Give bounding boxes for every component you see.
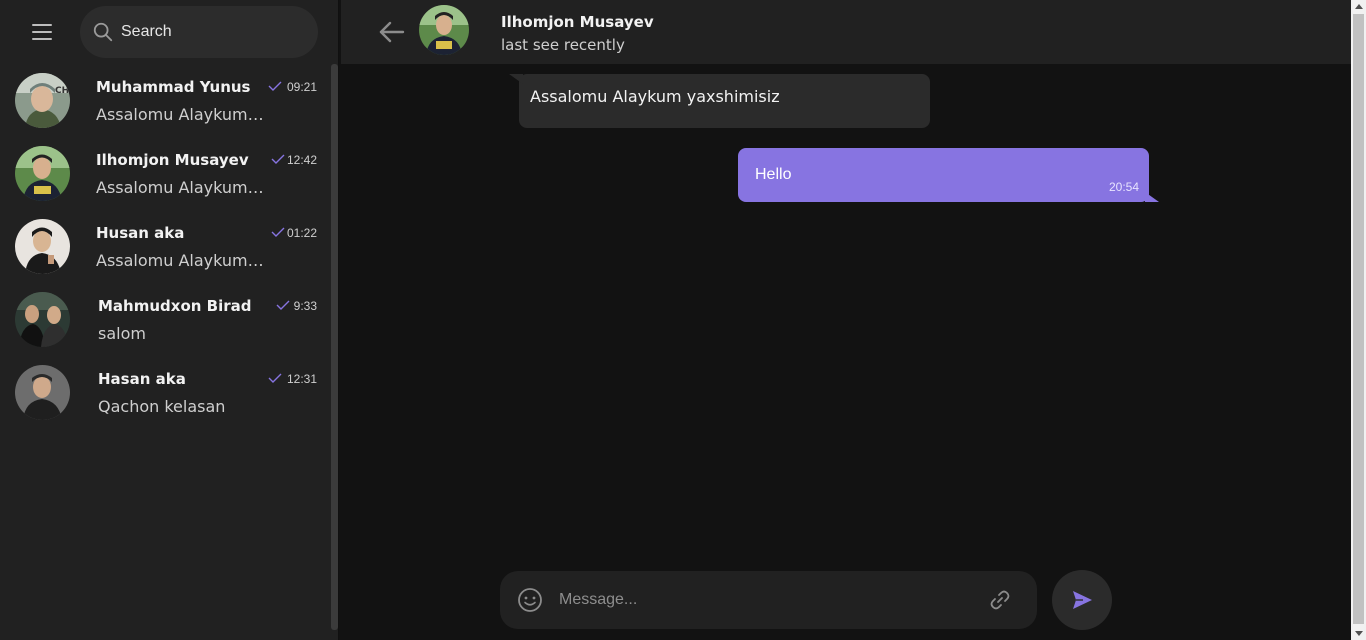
message-composer <box>500 571 1037 629</box>
contact-name: Ilhomjon Musayev <box>501 13 654 31</box>
message-input[interactable] <box>559 585 959 615</box>
person-avatar-icon <box>15 292 70 347</box>
chat-list-item[interactable]: Mahmudxon Birad 9:33 salom <box>0 283 331 356</box>
scroll-up-arrow-icon[interactable] <box>1355 4 1363 9</box>
outgoing-message: Hello 20:54 <box>738 148 1149 202</box>
sidebar-scrollbar[interactable] <box>331 64 338 630</box>
incoming-message-tail <box>509 74 523 84</box>
person-avatar-icon: CH <box>15 73 70 128</box>
search-icon <box>93 22 113 42</box>
scroll-down-arrow-icon[interactable] <box>1355 631 1363 636</box>
chat-list-item[interactable]: Hasan aka 12:31 Qachon kelasan <box>0 356 331 429</box>
chat-list-item[interactable]: Ilhomjon Musayev 12:42 Assalomu Alaykum … <box>0 137 331 210</box>
chat-time: 9:33 <box>293 299 317 313</box>
chat-time: 09:21 <box>286 80 317 94</box>
chat-preview: Assalomu Alaykum yaxshimisiz <box>96 178 268 197</box>
chat-list-item[interactable]: CH Muhammad Yunus 09:21 Assalomu Alaykum… <box>0 64 331 137</box>
chat-preview: Assalomu Alaykum yaxshimisiz <box>96 105 268 124</box>
svg-text:CH: CH <box>55 86 69 96</box>
sidebar-top-bar <box>0 0 339 64</box>
checkmark-icon <box>271 227 285 237</box>
checkmark-icon <box>268 373 282 383</box>
person-avatar-icon <box>15 219 70 274</box>
scrollbar-thumb[interactable] <box>1353 14 1364 624</box>
contact-status: last see recently <box>501 36 625 54</box>
search-input[interactable] <box>121 23 301 41</box>
sidebar: CH Muhammad Yunus 09:21 Assalomu Alaykum… <box>0 0 339 640</box>
incoming-message: Assalomu Alaykum yaxshimisiz <box>519 74 930 128</box>
chat-name: Husan aka <box>96 224 185 242</box>
person-avatar-icon <box>15 365 70 420</box>
emoji-icon[interactable] <box>517 587 543 613</box>
send-button[interactable] <box>1052 570 1112 630</box>
person-avatar-icon <box>15 146 70 201</box>
window-scrollbar[interactable] <box>1351 0 1366 640</box>
outgoing-message-tail <box>1145 192 1159 202</box>
chat-list: CH Muhammad Yunus 09:21 Assalomu Alaykum… <box>0 64 331 640</box>
message-text: Hello <box>755 166 792 183</box>
chat-preview: salom <box>98 324 146 343</box>
chat-name: Hasan aka <box>98 370 186 388</box>
checkmark-icon <box>268 81 282 91</box>
chat-name: Ilhomjon Musayev <box>96 151 249 169</box>
checkmark-icon <box>271 154 285 164</box>
checkmark-icon <box>276 300 290 310</box>
chat-preview: Qachon kelasan <box>98 397 226 416</box>
message-time: 20:54 <box>1108 180 1139 194</box>
message-text: Assalomu Alaykum yaxshimisiz <box>530 87 780 106</box>
avatar[interactable] <box>419 5 469 55</box>
chat-name: Mahmudxon Birad <box>98 297 252 315</box>
send-icon <box>1073 591 1092 609</box>
attach-link-icon[interactable] <box>988 588 1012 612</box>
chat-time: 01:22 <box>286 226 317 240</box>
chat-time: 12:31 <box>286 372 317 386</box>
back-arrow-icon[interactable] <box>377 16 409 48</box>
chat-list-item[interactable]: Husan aka 01:22 Assalomu Alaykum yaxshim… <box>0 210 331 283</box>
hamburger-menu-icon[interactable] <box>22 16 62 48</box>
chat-name: Muhammad Yunus <box>96 78 251 96</box>
chat-preview: Assalomu Alaykum yaxshimisiz <box>96 251 268 270</box>
chat-time: 12:42 <box>286 153 317 167</box>
search-box[interactable] <box>80 6 318 58</box>
chat-header: Ilhomjon Musayev last see recently <box>341 0 1351 64</box>
